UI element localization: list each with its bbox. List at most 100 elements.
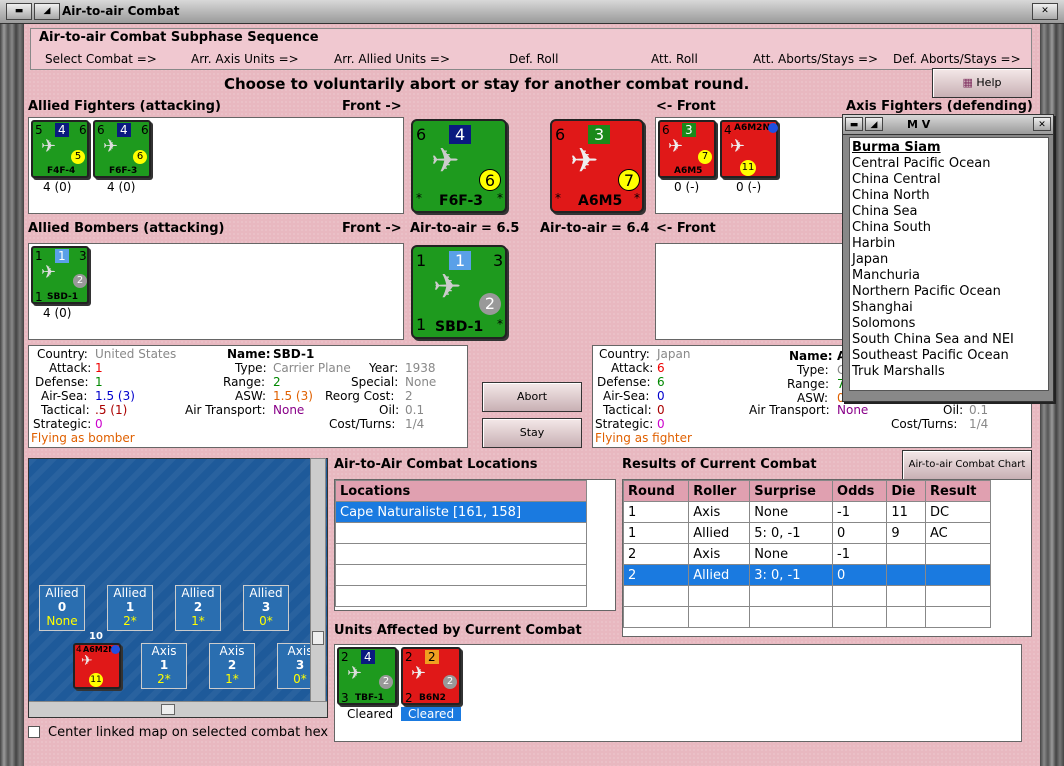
step-att-aborts: Att. Aborts/Stays => [753,52,879,66]
map-unit-a6m2n[interactable]: 4 A6M2N ✈ 11 [73,643,121,689]
results-row[interactable]: 2 Axis None -1 [622,543,991,565]
location-row-empty [335,522,587,544]
axis-bombers-front: <- Front [656,221,716,236]
unit-counter-a6m2n[interactable]: 4 A6M2N ✈ 11 [720,120,778,178]
allied-box-2[interactable]: Allied 2 1* [175,585,221,631]
results-title: Results of Current Combat [622,457,817,472]
location-row-empty [335,543,587,565]
allied-box-1[interactable]: Allied 1 2* [107,585,153,631]
close-icon[interactable]: ✕ [1032,3,1058,20]
stay-button[interactable]: Stay [482,418,582,448]
popup-item-central-pacific[interactable]: Central Pacific Ocean [850,156,1048,172]
axis-front-fighter[interactable]: 6 3 ✈ 7 * A6M5 * [550,119,644,213]
popup-item-china-sea[interactable]: China Sea [850,204,1048,220]
popup-minimize-icon[interactable]: ◢ [865,117,883,131]
axis-fighters-front: <- Front [656,99,716,114]
allied-fighters-front: Front -> [342,99,402,114]
allied-box-0[interactable]: Allied 0 None [39,585,85,631]
popup-item-shanghai[interactable]: Shanghai [850,300,1048,316]
allied-bombers-front: Front -> [342,221,402,236]
star-badge-icon [768,123,778,133]
unit-counter-tbf1[interactable]: 2 4 ✈ 2 3 TBF-1 [337,647,397,705]
air-to-air-chart-button[interactable]: Air-to-air Combat Chart [902,450,1032,480]
step-def-roll: Def. Roll [509,52,559,66]
unit-counter-f6f3[interactable]: 6 4 6 ✈ 6 F6F-3 [93,120,151,178]
tbf1-status: Cleared [347,707,394,721]
axis-box-2[interactable]: Axis 2 1* [209,643,255,689]
plane-icon: ✈ [411,663,427,684]
affected-title: Units Affected by Current Combat [334,623,582,638]
popup-item-burma-siam[interactable]: Burma Siam [850,140,1048,156]
minimize-icon[interactable]: ◢ [34,3,60,20]
center-map-checkbox[interactable] [28,726,40,738]
location-row-empty [335,564,587,586]
popup-item-harbin[interactable]: Harbin [850,236,1048,252]
popup-close-icon[interactable]: ✕ [1033,117,1051,131]
locations-title: Air-to-Air Combat Locations [334,457,538,472]
air-to-air-combat-window: ▬ ◢ Air-to-air Combat ✕ Air-to-air Comba… [0,0,1064,766]
map-vertical-scrollbar[interactable] [310,458,326,702]
popup-item-china-central[interactable]: China Central [850,172,1048,188]
map-vscroll-thumb[interactable] [312,631,324,645]
allied-box-3[interactable]: Allied 3 0* [243,585,289,631]
popup-item-solomons[interactable]: Solomons [850,316,1048,332]
map-hscroll-thumb[interactable] [161,704,175,715]
subphase-title: Air-to-air Combat Subphase Sequence [39,30,319,45]
system-menu-icon[interactable]: ▬ [6,3,32,20]
combat-map[interactable]: Allied 0 None Allied 1 2* Allied 2 1* Al… [28,458,328,718]
location-row[interactable]: Cape Naturaliste [161, 158] [335,501,587,523]
unit-counter-sbd1[interactable]: 1 1 3 ✈ 2 1 SBD-1 [31,246,89,304]
popup-menu-icon[interactable]: ▬ [845,117,863,131]
axis-air-to-air-value: Air-to-air = 6.4 [540,221,650,236]
results-row[interactable]: 1 Allied 5: 0, -1 0 9 AC [622,522,991,544]
axis-box-1[interactable]: Axis 1 2* [141,643,187,689]
stack-count: 10 [89,631,103,642]
center-map-label: Center linked map on selected combat hex [48,725,329,740]
help-label: Help [976,76,1002,89]
abort-button[interactable]: Abort [482,382,582,412]
title-bar: ▬ ◢ Air-to-air Combat ✕ [0,0,1064,24]
seaplane-icon: ✈ [730,136,746,157]
seaplane-icon: ✈ [81,653,93,669]
affected-panel: 2 4 ✈ 2 3 TBF-1 Cleared 2 2 ✈ 2 2 B6N2 C… [334,644,1022,742]
plane-icon: ✈ [668,136,684,157]
plane-icon: ✈ [41,136,57,157]
step-att-roll: Att. Roll [651,52,698,66]
region-popup: ▬ ◢ M V ✕ Burma Siam Central Pacific Oce… [842,114,1054,402]
popup-item-truk-marshalls[interactable]: Truk Marshalls [850,364,1048,380]
locations-header: Locations [335,480,587,502]
popup-item-south-china-sea-nei[interactable]: South China Sea and NEI [850,332,1048,348]
locations-table: Locations Cape Naturaliste [161, 158] [335,480,587,607]
help-button[interactable]: ▦ Help [932,68,1032,98]
allied-fighters-label: Allied Fighters (attacking) [28,99,221,114]
plane-icon: ✈ [41,262,57,283]
results-row[interactable]: 1 Axis None -1 11 DC [622,501,991,523]
popup-item-china-north[interactable]: China North [850,188,1048,204]
map-horizontal-scrollbar[interactable] [29,701,327,717]
locations-list: Locations Cape Naturaliste [161, 158] [334,479,616,611]
popup-item-northern-pacific[interactable]: Northern Pacific Ocean [850,284,1048,300]
results-table: Round Roller Surprise Odds Die Result 1A… [622,480,991,628]
popup-list: Burma Siam Central Pacific Ocean China C… [849,137,1049,391]
allied-front-bomber[interactable]: 1 1 3 ✈ 2 1 SBD-1 * [411,245,507,339]
axis-bombers-panel [655,243,849,340]
axis-country: Japan [657,347,691,361]
popup-item-china-south[interactable]: China South [850,220,1048,236]
popup-title-bar: ▬ ◢ M V ✕ [843,115,1053,135]
popup-item-manchuria[interactable]: Manchuria [850,268,1048,284]
unit-counter-b6n2[interactable]: 2 2 ✈ 2 2 B6N2 [401,647,461,705]
a6m2n-count: 0 (-) [736,180,762,194]
axis-fighters-label: Axis Fighters (defending) [846,99,1033,114]
popup-item-japan[interactable]: Japan [850,252,1048,268]
help-book-icon: ▦ [962,76,973,89]
popup-item-southeast-pacific[interactable]: Southeast Pacific Ocean [850,348,1048,364]
unit-counter-a6m5[interactable]: 6 3 ✈ 7 A6M5 [658,120,716,178]
results-row-selected[interactable]: 2 Allied 3: 0, -1 0 [622,564,991,586]
unit-counter-f4f4[interactable]: 5 4 6 ✈ 5 F4F-4 [31,120,89,178]
allied-fighters-panel: 5 4 6 ✈ 5 F4F-4 4 (0) 6 4 6 ✈ 6 F6F-3 4 … [28,117,404,214]
left-frame [0,24,24,766]
allied-country: United States [95,347,177,361]
step-arr-allied: Arr. Allied Units => [334,52,451,66]
results-panel: Round Roller Surprise Odds Die Result 1A… [622,479,1032,637]
allied-front-fighter[interactable]: 6 4 ✈ 6 * F6F-3 * [411,119,507,213]
